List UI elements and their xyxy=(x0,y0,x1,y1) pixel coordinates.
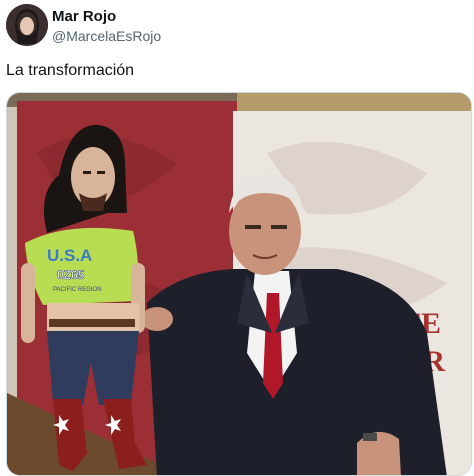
shirt-text-bottom: PACIFIC REGION xyxy=(53,287,102,293)
meme-image: IFE PR xyxy=(7,93,471,475)
avatar[interactable] xyxy=(6,4,48,46)
tweet-text: La transformación xyxy=(6,62,135,79)
tweet-image[interactable]: IFE PR xyxy=(6,92,472,476)
user-handle[interactable]: @MarcelaEsRojo xyxy=(52,28,161,44)
shirt-text-top: U.S.A xyxy=(47,246,92,265)
tweet: Mar Rojo @MarcelaEsRojo La transformació… xyxy=(0,0,474,476)
green-shirt xyxy=(25,227,139,305)
shirt-text-mid: 0Z65 xyxy=(57,268,85,282)
display-name[interactable]: Mar Rojo xyxy=(52,8,116,25)
